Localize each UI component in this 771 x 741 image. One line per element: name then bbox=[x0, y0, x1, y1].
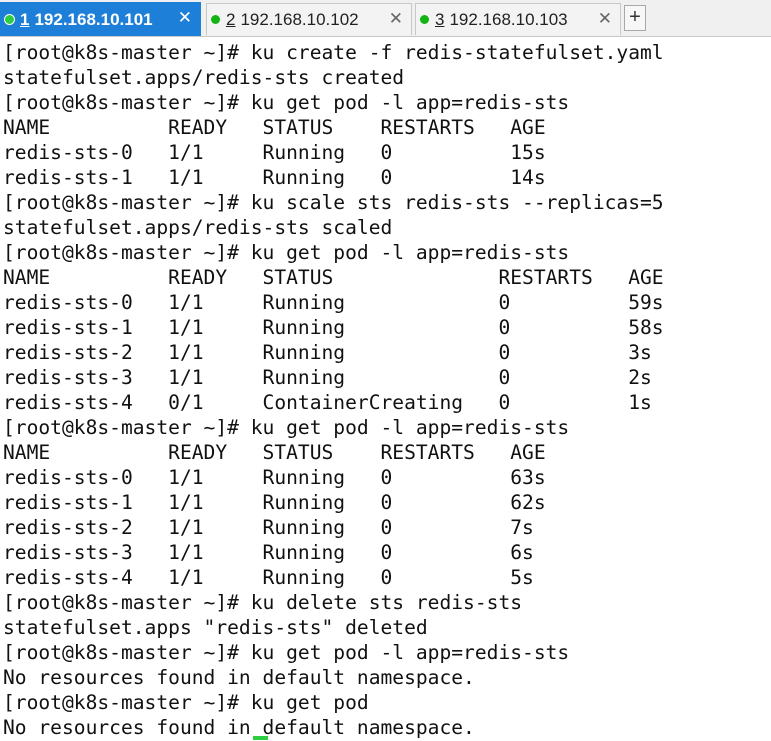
close-tab-icon[interactable]: ✕ bbox=[389, 10, 403, 28]
terminal-line: redis-sts-2 1/1 Running 0 3s bbox=[3, 341, 652, 364]
terminal-line: redis-sts-3 1/1 Running 0 6s bbox=[3, 541, 534, 564]
terminal-line: redis-sts-4 0/1 ContainerCreating 0 1s bbox=[3, 391, 652, 414]
new-tab-button[interactable]: + bbox=[624, 5, 646, 31]
terminal-line: redis-sts-0 1/1 Running 0 63s bbox=[3, 466, 546, 489]
terminal-line: statefulset.apps "redis-sts" deleted bbox=[3, 616, 428, 639]
terminal-cursor bbox=[253, 736, 268, 740]
terminal-line: No resources found in default namespace. bbox=[3, 716, 475, 739]
terminal-line: redis-sts-2 1/1 Running 0 7s bbox=[3, 516, 534, 539]
terminal-line: redis-sts-1 1/1 Running 0 58s bbox=[3, 316, 664, 339]
close-tab-icon[interactable]: ✕ bbox=[178, 9, 192, 27]
terminal-line: [root@k8s-master ~]# ku get pod -l app=r… bbox=[3, 641, 570, 664]
terminal-line: [root@k8s-master ~]# ku get pod -l app=r… bbox=[3, 91, 570, 114]
connected-status-icon bbox=[5, 15, 14, 24]
tab-host-label: 192.168.10.103 bbox=[449, 9, 568, 29]
terminal-line: redis-sts-3 1/1 Running 0 2s bbox=[3, 366, 652, 389]
terminal-line: [root@k8s-master ~]# ku get pod -l app=r… bbox=[3, 416, 570, 439]
terminal-line: [root@k8s-master ~]# ku create -f redis-… bbox=[3, 41, 664, 64]
terminal-line: statefulset.apps/redis-sts created bbox=[3, 66, 405, 89]
terminal-line: [root@k8s-master ~]# ku scale sts redis-… bbox=[3, 191, 664, 214]
session-tab-bar: 1 192.168.10.101 ✕ 2 192.168.10.102 ✕ 3 … bbox=[0, 0, 771, 37]
terminal-output[interactable]: [root@k8s-master ~]# ku create -f redis-… bbox=[3, 40, 771, 740]
terminal-line: [root@k8s-master ~]# ku get pod bbox=[3, 691, 369, 714]
terminal-line: redis-sts-1 1/1 Running 0 14s bbox=[3, 166, 546, 189]
tab-host-label: 192.168.10.101 bbox=[34, 9, 153, 29]
terminal-line: redis-sts-1 1/1 Running 0 62s bbox=[3, 491, 546, 514]
terminal-line: NAME READY STATUS RESTARTS AGE bbox=[3, 441, 546, 464]
terminal-line: NAME READY STATUS RESTARTS AGE bbox=[3, 116, 546, 139]
tab-number: 1 bbox=[20, 9, 30, 29]
terminal-line: [root@k8s-master ~]# ku delete sts redis… bbox=[3, 591, 523, 614]
terminal-line: redis-sts-0 1/1 Running 0 15s bbox=[3, 141, 546, 164]
tab-number: 3 bbox=[435, 9, 445, 29]
session-tab-3[interactable]: 3 192.168.10.103 ✕ bbox=[415, 3, 621, 35]
close-tab-icon[interactable]: ✕ bbox=[598, 10, 612, 28]
terminal-line: NAME READY STATUS RESTARTS AGE bbox=[3, 266, 664, 289]
terminal-line: [root@k8s-master ~]# ku get pod -l app=r… bbox=[3, 241, 570, 264]
connected-status-icon bbox=[420, 15, 429, 24]
session-tab-1[interactable]: 1 192.168.10.101 ✕ bbox=[0, 2, 201, 36]
terminal-line: No resources found in default namespace. bbox=[3, 666, 475, 689]
tab-host-label: 192.168.10.102 bbox=[240, 9, 359, 29]
session-tab-2[interactable]: 2 192.168.10.102 ✕ bbox=[206, 3, 412, 35]
terminal-line: statefulset.apps/redis-sts scaled bbox=[3, 216, 393, 239]
terminal-line: redis-sts-0 1/1 Running 0 59s bbox=[3, 291, 664, 314]
terminal-line: redis-sts-4 1/1 Running 0 5s bbox=[3, 566, 534, 589]
tab-number: 2 bbox=[226, 9, 236, 29]
connected-status-icon bbox=[211, 15, 220, 24]
